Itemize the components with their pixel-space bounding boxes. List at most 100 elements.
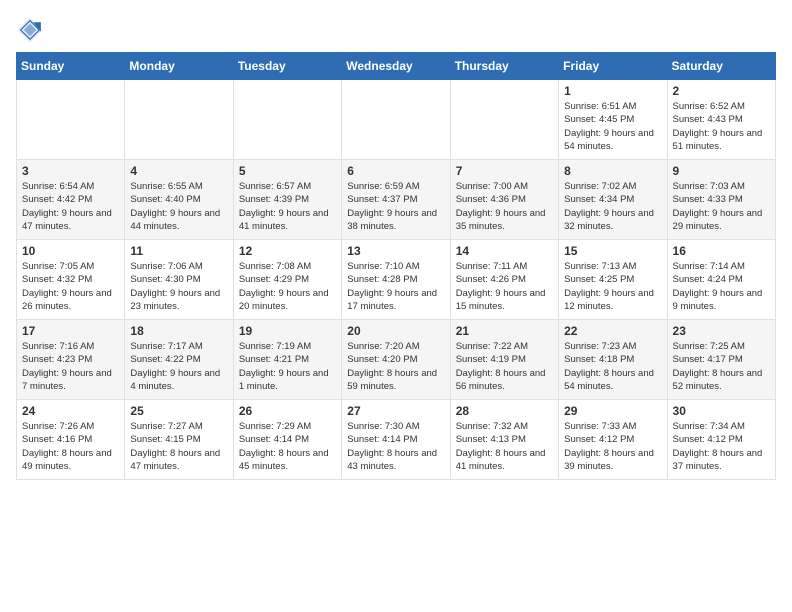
week-row-0: 1 Sunrise: 6:51 AM Sunset: 4:45 PM Daylig…	[17, 80, 776, 160]
day-number: 24	[22, 404, 119, 418]
calendar-cell: 24 Sunrise: 7:26 AM Sunset: 4:16 PM Dayli…	[17, 400, 125, 480]
calendar-cell	[125, 80, 233, 160]
day-info: Sunrise: 7:10 AM Sunset: 4:28 PM Dayligh…	[347, 260, 444, 313]
calendar-cell: 30 Sunrise: 7:34 AM Sunset: 4:12 PM Dayli…	[667, 400, 775, 480]
calendar-cell: 4Sunrise: 6:55 AM Sunset: 4:40 PM Daylig…	[125, 160, 233, 240]
header-row: SundayMondayTuesdayWednesdayThursdayFrid…	[17, 53, 776, 80]
day-number: 16	[673, 244, 770, 258]
day-number: 27	[347, 404, 444, 418]
calendar-cell	[17, 80, 125, 160]
day-number: 15	[564, 244, 661, 258]
calendar-cell: 20 Sunrise: 7:20 AM Sunset: 4:20 PM Dayli…	[342, 320, 450, 400]
calendar-cell: 9 Sunrise: 7:03 AM Sunset: 4:33 PM Daylig…	[667, 160, 775, 240]
day-info: Sunrise: 7:03 AM Sunset: 4:33 PM Dayligh…	[673, 180, 770, 233]
week-row-4: 24 Sunrise: 7:26 AM Sunset: 4:16 PM Dayli…	[17, 400, 776, 480]
day-number: 9	[673, 164, 770, 178]
calendar-cell: 2Sunrise: 6:52 AM Sunset: 4:43 PM Daylig…	[667, 80, 775, 160]
day-info: Sunrise: 7:33 AM Sunset: 4:12 PM Dayligh…	[564, 420, 661, 473]
calendar-cell: 28Sunrise: 7:32 AM Sunset: 4:13 PM Dayli…	[450, 400, 558, 480]
calendar-cell: 27 Sunrise: 7:30 AM Sunset: 4:14 PM Dayli…	[342, 400, 450, 480]
day-info: Sunrise: 6:57 AM Sunset: 4:39 PM Dayligh…	[239, 180, 336, 233]
calendar-cell: 25 Sunrise: 7:27 AM Sunset: 4:15 PM Dayli…	[125, 400, 233, 480]
calendar-cell: 1 Sunrise: 6:51 AM Sunset: 4:45 PM Daylig…	[559, 80, 667, 160]
day-number: 20	[347, 324, 444, 338]
day-number: 12	[239, 244, 336, 258]
calendar-cell: 29 Sunrise: 7:33 AM Sunset: 4:12 PM Dayli…	[559, 400, 667, 480]
day-info: Sunrise: 7:06 AM Sunset: 4:30 PM Dayligh…	[130, 260, 227, 313]
day-info: Sunrise: 7:22 AM Sunset: 4:19 PM Dayligh…	[456, 340, 553, 393]
calendar-cell: 14 Sunrise: 7:11 AM Sunset: 4:26 PM Dayli…	[450, 240, 558, 320]
day-number: 7	[456, 164, 553, 178]
day-info: Sunrise: 7:17 AM Sunset: 4:22 PM Dayligh…	[130, 340, 227, 393]
calendar-cell: 19 Sunrise: 7:19 AM Sunset: 4:21 PM Dayli…	[233, 320, 341, 400]
calendar-table: SundayMondayTuesdayWednesdayThursdayFrid…	[16, 52, 776, 480]
calendar-cell: 11 Sunrise: 7:06 AM Sunset: 4:30 PM Dayli…	[125, 240, 233, 320]
day-info: Sunrise: 7:34 AM Sunset: 4:12 PM Dayligh…	[673, 420, 770, 473]
day-number: 29	[564, 404, 661, 418]
calendar-header: SundayMondayTuesdayWednesdayThursdayFrid…	[17, 53, 776, 80]
day-info: Sunrise: 7:05 AM Sunset: 4:32 PM Dayligh…	[22, 260, 119, 313]
calendar-cell: 22Sunrise: 7:23 AM Sunset: 4:18 PM Dayli…	[559, 320, 667, 400]
day-number: 21	[456, 324, 553, 338]
day-info: Sunrise: 6:51 AM Sunset: 4:45 PM Dayligh…	[564, 100, 661, 153]
day-number: 3	[22, 164, 119, 178]
header-cell-sunday: Sunday	[17, 53, 125, 80]
day-number: 23	[673, 324, 770, 338]
day-number: 14	[456, 244, 553, 258]
day-info: Sunrise: 7:23 AM Sunset: 4:18 PM Dayligh…	[564, 340, 661, 393]
day-number: 19	[239, 324, 336, 338]
calendar-cell: 10 Sunrise: 7:05 AM Sunset: 4:32 PM Dayli…	[17, 240, 125, 320]
week-row-1: 3 Sunrise: 6:54 AM Sunset: 4:42 PM Daylig…	[17, 160, 776, 240]
day-info: Sunrise: 7:13 AM Sunset: 4:25 PM Dayligh…	[564, 260, 661, 313]
day-info: Sunrise: 6:54 AM Sunset: 4:42 PM Dayligh…	[22, 180, 119, 233]
calendar-cell: 12Sunrise: 7:08 AM Sunset: 4:29 PM Dayli…	[233, 240, 341, 320]
day-number: 2	[673, 84, 770, 98]
week-row-2: 10 Sunrise: 7:05 AM Sunset: 4:32 PM Dayli…	[17, 240, 776, 320]
header-cell-wednesday: Wednesday	[342, 53, 450, 80]
calendar-cell: 5 Sunrise: 6:57 AM Sunset: 4:39 PM Daylig…	[233, 160, 341, 240]
day-info: Sunrise: 7:00 AM Sunset: 4:36 PM Dayligh…	[456, 180, 553, 233]
calendar-cell: 16 Sunrise: 7:14 AM Sunset: 4:24 PM Dayli…	[667, 240, 775, 320]
day-info: Sunrise: 7:25 AM Sunset: 4:17 PM Dayligh…	[673, 340, 770, 393]
day-info: Sunrise: 7:14 AM Sunset: 4:24 PM Dayligh…	[673, 260, 770, 313]
calendar-cell: 23 Sunrise: 7:25 AM Sunset: 4:17 PM Dayli…	[667, 320, 775, 400]
day-info: Sunrise: 7:27 AM Sunset: 4:15 PM Dayligh…	[130, 420, 227, 473]
day-number: 10	[22, 244, 119, 258]
calendar-cell: 6Sunrise: 6:59 AM Sunset: 4:37 PM Daylig…	[342, 160, 450, 240]
calendar-cell: 15 Sunrise: 7:13 AM Sunset: 4:25 PM Dayli…	[559, 240, 667, 320]
calendar-cell: 7 Sunrise: 7:00 AM Sunset: 4:36 PM Daylig…	[450, 160, 558, 240]
calendar-cell: 18Sunrise: 7:17 AM Sunset: 4:22 PM Dayli…	[125, 320, 233, 400]
day-number: 1	[564, 84, 661, 98]
calendar-cell: 17 Sunrise: 7:16 AM Sunset: 4:23 PM Dayli…	[17, 320, 125, 400]
day-info: Sunrise: 7:11 AM Sunset: 4:26 PM Dayligh…	[456, 260, 553, 313]
header-cell-monday: Monday	[125, 53, 233, 80]
header-cell-thursday: Thursday	[450, 53, 558, 80]
day-number: 5	[239, 164, 336, 178]
day-info: Sunrise: 7:32 AM Sunset: 4:13 PM Dayligh…	[456, 420, 553, 473]
header-cell-saturday: Saturday	[667, 53, 775, 80]
day-info: Sunrise: 7:16 AM Sunset: 4:23 PM Dayligh…	[22, 340, 119, 393]
day-number: 6	[347, 164, 444, 178]
calendar-body: 1 Sunrise: 6:51 AM Sunset: 4:45 PM Daylig…	[17, 80, 776, 480]
calendar-cell	[233, 80, 341, 160]
day-info: Sunrise: 7:30 AM Sunset: 4:14 PM Dayligh…	[347, 420, 444, 473]
logo-icon	[16, 16, 44, 44]
header-cell-tuesday: Tuesday	[233, 53, 341, 80]
day-number: 17	[22, 324, 119, 338]
day-info: Sunrise: 7:20 AM Sunset: 4:20 PM Dayligh…	[347, 340, 444, 393]
calendar-cell	[450, 80, 558, 160]
day-info: Sunrise: 7:29 AM Sunset: 4:14 PM Dayligh…	[239, 420, 336, 473]
calendar-cell	[342, 80, 450, 160]
day-number: 25	[130, 404, 227, 418]
day-info: Sunrise: 7:19 AM Sunset: 4:21 PM Dayligh…	[239, 340, 336, 393]
day-number: 13	[347, 244, 444, 258]
header	[16, 16, 776, 44]
day-info: Sunrise: 6:55 AM Sunset: 4:40 PM Dayligh…	[130, 180, 227, 233]
calendar-cell: 21 Sunrise: 7:22 AM Sunset: 4:19 PM Dayli…	[450, 320, 558, 400]
day-number: 11	[130, 244, 227, 258]
calendar-cell: 3 Sunrise: 6:54 AM Sunset: 4:42 PM Daylig…	[17, 160, 125, 240]
day-number: 30	[673, 404, 770, 418]
header-cell-friday: Friday	[559, 53, 667, 80]
day-info: Sunrise: 7:26 AM Sunset: 4:16 PM Dayligh…	[22, 420, 119, 473]
calendar-cell: 26Sunrise: 7:29 AM Sunset: 4:14 PM Dayli…	[233, 400, 341, 480]
